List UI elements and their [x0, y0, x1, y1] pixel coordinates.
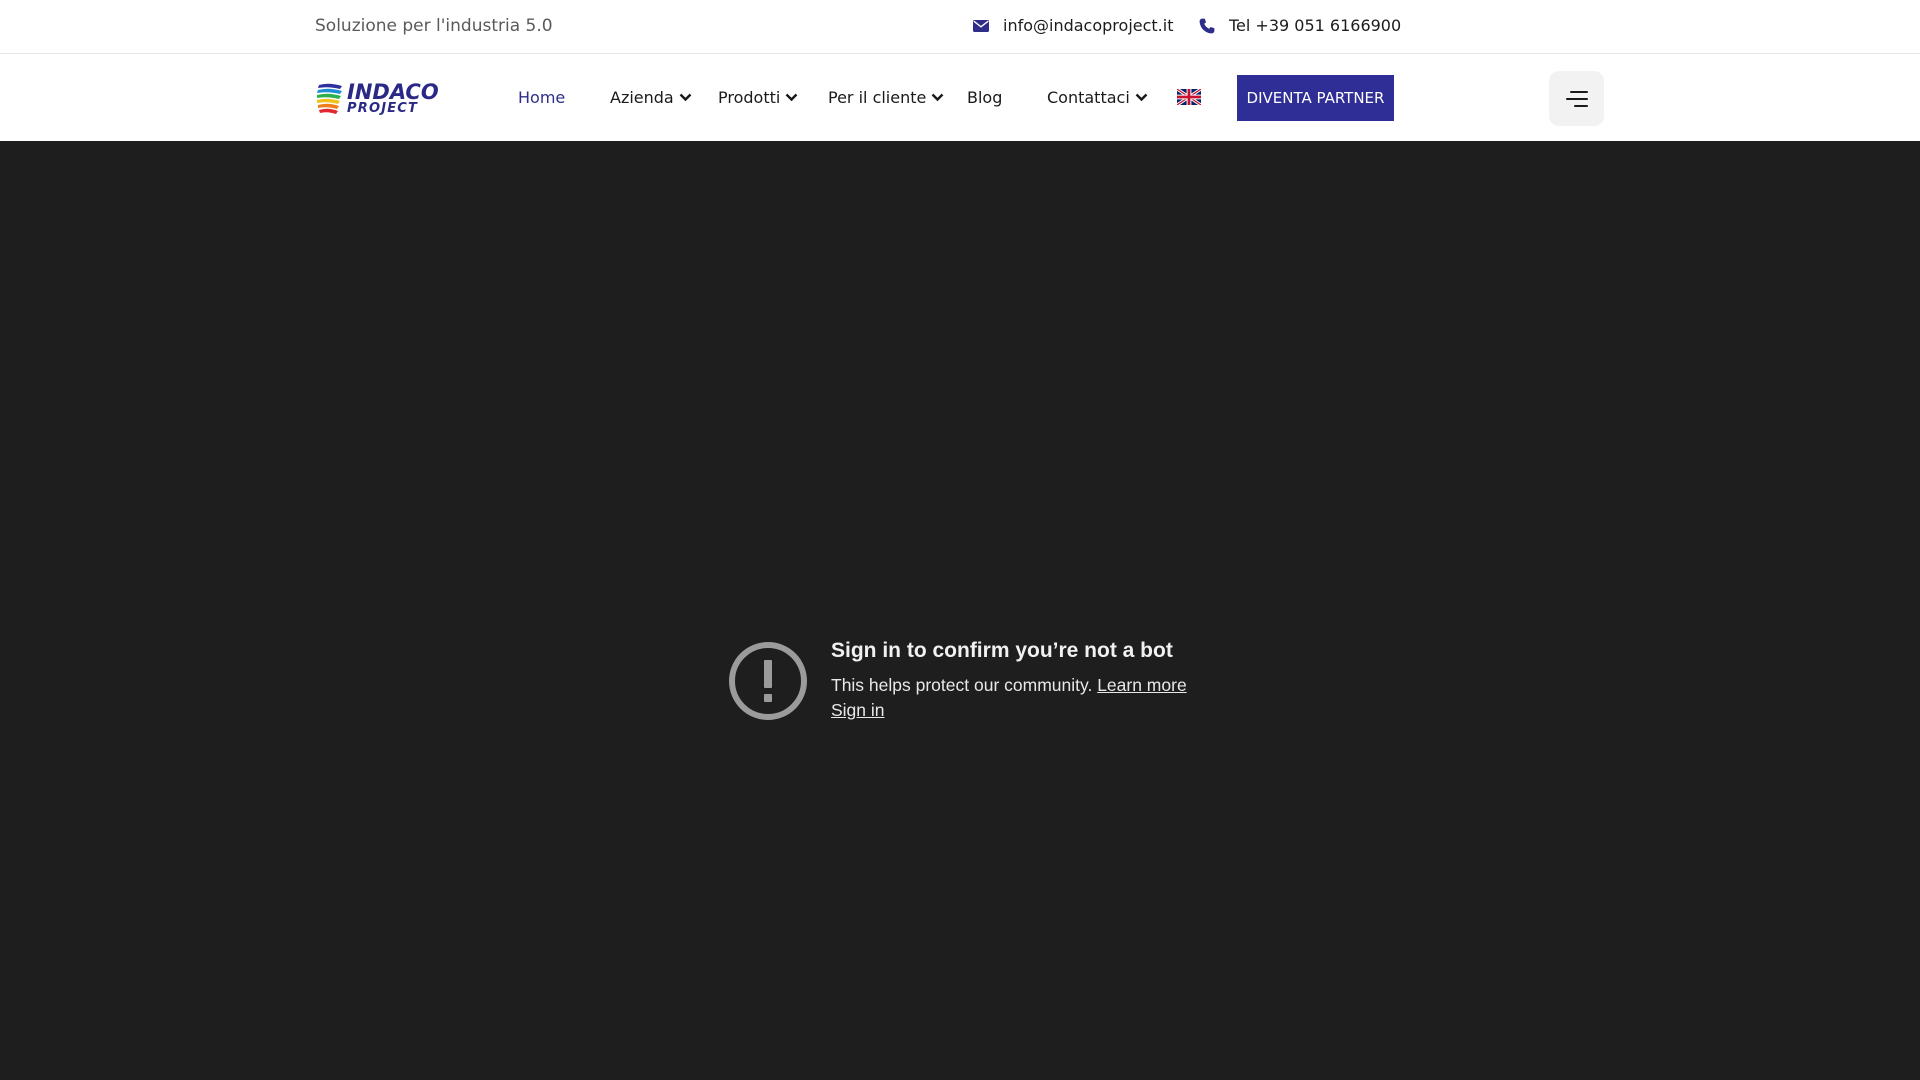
sign-in-link[interactable]: Sign in	[831, 700, 885, 721]
hamburger-menu-icon	[1565, 90, 1588, 107]
bot-check-subtitle: This helps protect our community.	[831, 675, 1093, 695]
site-logo[interactable]: INDACO PROJECT	[315, 79, 467, 117]
nav-azienda-label: Azienda	[610, 88, 674, 107]
nav-per-il-cliente-label: Per il cliente	[828, 88, 927, 107]
nav-home-label: Home	[518, 88, 566, 107]
nav-prodotti[interactable]: Prodotti	[718, 88, 798, 107]
phone-text[interactable]: Tel +39 051 6166900	[1229, 16, 1401, 35]
learn-more-link[interactable]: Learn more	[1097, 675, 1187, 695]
nav-contattaci[interactable]: Contattaci	[1047, 88, 1148, 107]
envelope-icon	[973, 19, 989, 32]
logo-text-primary: INDACO	[347, 79, 439, 104]
diventa-partner-button[interactable]: DIVENTA PARTNER	[1237, 75, 1394, 121]
tagline: Soluzione per l'industria 5.0	[315, 16, 553, 36]
main-navbar: INDACO PROJECT Home Azienda Prodotti Per…	[0, 54, 1920, 141]
chevron-down-icon	[679, 93, 692, 102]
logo-text-secondary: PROJECT	[347, 100, 419, 116]
embedded-video-area: Sign in to confirm you’re not a bot This…	[0, 141, 1920, 1080]
bot-check-title: Sign in to confirm you’re not a bot	[831, 639, 1173, 662]
email-contact[interactable]: info@indacoproject.it	[973, 16, 1173, 35]
phone-icon	[1199, 18, 1215, 33]
logo-stripes-icon	[317, 83, 342, 114]
top-info-bar: Soluzione per l'industria 5.0 info@indac…	[0, 0, 1920, 54]
nav-contattaci-label: Contattaci	[1047, 88, 1130, 107]
nav-per-il-cliente[interactable]: Per il cliente	[828, 88, 944, 107]
bot-check-message: Sign in to confirm you’re not a bot This…	[727, 637, 1187, 722]
alert-circle-icon	[729, 642, 807, 720]
menu-toggle-button[interactable]	[1549, 71, 1604, 126]
nav-home[interactable]: Home	[518, 88, 565, 107]
chevron-down-icon	[1135, 93, 1148, 102]
nav-blog[interactable]: Blog	[967, 88, 1002, 107]
phone-contact[interactable]: Tel +39 051 6166900	[1199, 16, 1401, 35]
nav-azienda[interactable]: Azienda	[610, 88, 692, 107]
uk-flag-icon[interactable]	[1177, 89, 1201, 105]
chevron-down-icon	[932, 93, 944, 102]
bot-check-subtitle-row: This helps protect our community. Learn …	[831, 675, 1187, 696]
chevron-down-icon	[785, 93, 798, 102]
email-text[interactable]: info@indacoproject.it	[1003, 16, 1173, 35]
nav-prodotti-label: Prodotti	[718, 88, 781, 107]
nav-blog-label: Blog	[967, 88, 1003, 107]
